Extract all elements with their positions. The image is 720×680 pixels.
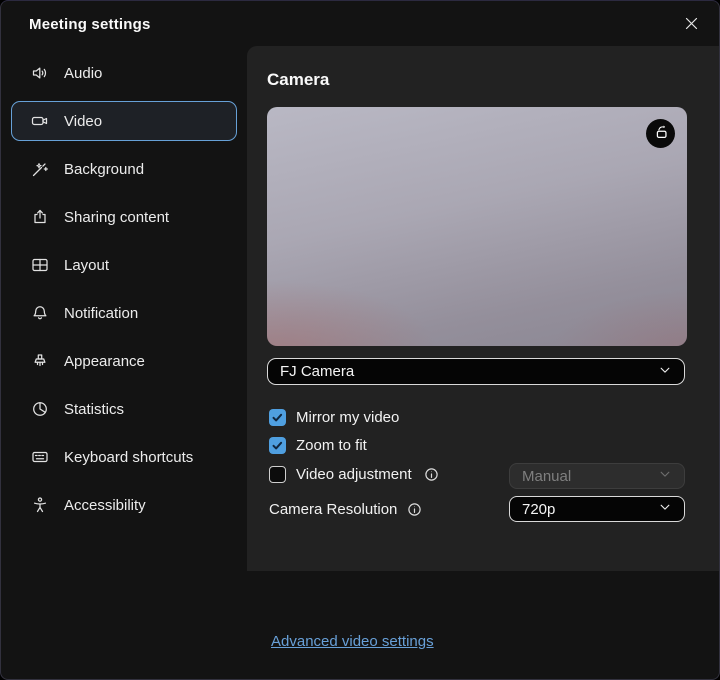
sidebar-item-label: Accessibility — [64, 497, 146, 514]
video-adjustment-checkbox[interactable] — [269, 466, 286, 483]
info-icon[interactable] — [407, 502, 422, 517]
sidebar-item-label: Video — [64, 113, 102, 130]
video-settings-panel: Camera FJ Camera Mirror my video — [247, 46, 719, 571]
titlebar: Meeting settings — [1, 1, 719, 49]
sidebar-item-background[interactable]: Background — [11, 149, 237, 189]
meeting-settings-dialog: Meeting settings Audio Video Background — [0, 0, 720, 680]
video-adjustment-mode-value: Manual — [522, 468, 571, 485]
camera-device-value: FJ Camera — [280, 363, 354, 380]
sidebar-item-layout[interactable]: Layout — [11, 245, 237, 285]
sidebar-item-label: Notification — [64, 305, 138, 322]
camera-device-select[interactable]: FJ Camera — [267, 358, 685, 385]
sidebar-item-label: Audio — [64, 65, 102, 82]
bell-icon — [30, 303, 50, 323]
sidebar-item-audio[interactable]: Audio — [11, 53, 237, 93]
sidebar-item-appearance[interactable]: Appearance — [11, 341, 237, 381]
sidebar-item-label: Sharing content — [64, 209, 169, 226]
chevron-down-icon — [658, 500, 672, 518]
checkbox-label: Mirror my video — [296, 409, 399, 426]
dialog-title: Meeting settings — [29, 16, 151, 33]
paintbrush-icon — [30, 351, 50, 371]
close-icon — [684, 16, 699, 34]
checkbox-label: Zoom to fit — [296, 437, 367, 454]
grid-icon — [30, 255, 50, 275]
sidebar-item-video[interactable]: Video — [11, 101, 237, 141]
camera-preview — [267, 107, 687, 346]
checkbox-label: Video adjustment — [296, 466, 412, 483]
sidebar-item-label: Layout — [64, 257, 109, 274]
sidebar-item-statistics[interactable]: Statistics — [11, 389, 237, 429]
sidebar-item-label: Statistics — [64, 401, 124, 418]
sidebar-item-accessibility[interactable]: Accessibility — [11, 485, 237, 525]
rotate-camera-button[interactable] — [646, 119, 675, 148]
close-button[interactable] — [675, 9, 707, 41]
mirror-my-video-row[interactable]: Mirror my video — [269, 409, 399, 426]
chevron-down-icon — [658, 467, 672, 485]
camera-resolution-select[interactable]: 720p — [509, 496, 685, 522]
info-icon[interactable] — [424, 467, 439, 482]
speaker-icon — [30, 63, 50, 83]
section-title: Camera — [267, 70, 329, 90]
sidebar-item-keyboard-shortcuts[interactable]: Keyboard shortcuts — [11, 437, 237, 477]
chevron-down-icon — [658, 363, 672, 381]
zoom-to-fit-checkbox[interactable] — [269, 437, 286, 454]
advanced-video-settings-link[interactable]: Advanced video settings — [271, 633, 434, 650]
settings-sidebar: Audio Video Background Sharing content L… — [1, 49, 247, 679]
sidebar-item-label: Background — [64, 161, 144, 178]
sidebar-item-notification[interactable]: Notification — [11, 293, 237, 333]
camera-resolution-value: 720p — [522, 501, 555, 518]
magic-wand-icon — [30, 159, 50, 179]
video-adjustment-row[interactable]: Video adjustment — [269, 466, 439, 483]
sidebar-item-label: Keyboard shortcuts — [64, 449, 193, 466]
accessibility-icon — [30, 495, 50, 515]
camera-resolution-label-row: Camera Resolution — [269, 501, 422, 518]
sidebar-item-label: Appearance — [64, 353, 145, 370]
camera-resolution-label: Camera Resolution — [269, 501, 397, 518]
share-icon — [30, 207, 50, 227]
pie-chart-icon — [30, 399, 50, 419]
mirror-my-video-checkbox[interactable] — [269, 409, 286, 426]
video-camera-icon — [30, 111, 50, 131]
video-adjustment-mode-select: Manual — [509, 463, 685, 489]
rotate-camera-icon — [652, 123, 670, 144]
keyboard-icon — [30, 447, 50, 467]
zoom-to-fit-row[interactable]: Zoom to fit — [269, 437, 367, 454]
sidebar-item-sharing-content[interactable]: Sharing content — [11, 197, 237, 237]
